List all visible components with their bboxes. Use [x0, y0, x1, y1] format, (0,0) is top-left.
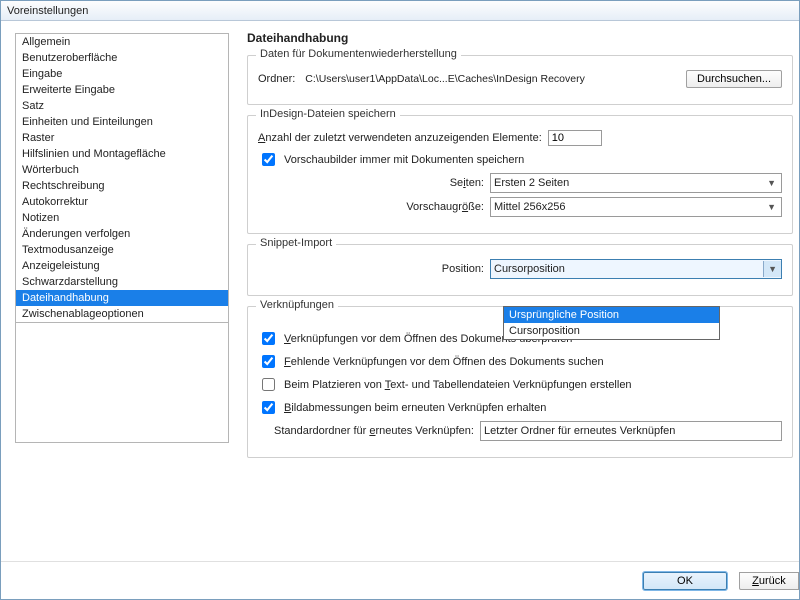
- ok-button[interactable]: OK: [643, 572, 727, 590]
- recovery-group: Daten für Dokumentenwiederherstellung Or…: [247, 55, 793, 105]
- snippet-position-combo[interactable]: Cursorposition▼: [490, 259, 782, 279]
- snippet-group: Snippet-Import Position: Cursorposition▼: [247, 244, 793, 296]
- saving-legend: InDesign-Dateien speichern: [256, 108, 400, 120]
- preserve-dims-label: Bildabmessungen beim erneuten Verknüpfen…: [284, 402, 546, 414]
- window-title: Voreinstellungen: [7, 5, 88, 17]
- category-item[interactable]: Änderungen verfolgen: [16, 226, 228, 242]
- create-links-label: Beim Platzieren von Text- und Tabellenda…: [284, 379, 632, 391]
- dropdown-option[interactable]: Cursorposition: [504, 323, 719, 339]
- category-item[interactable]: Textmodusanzeige: [16, 242, 228, 258]
- recovery-legend: Daten für Dokumentenwiederherstellung: [256, 48, 461, 60]
- saving-group: InDesign-Dateien speichern Anzahl der zu…: [247, 115, 793, 234]
- sidebar-extra-box: [15, 323, 229, 443]
- pages-label: Seiten:: [258, 177, 484, 189]
- recent-files-input[interactable]: [548, 130, 602, 146]
- category-item[interactable]: Dateihandhabung: [16, 290, 228, 306]
- snippet-legend: Snippet-Import: [256, 237, 336, 249]
- find-missing-label: Fehlende Verknüpfungen vor dem Öffnen de…: [284, 356, 604, 368]
- category-item[interactable]: Wörterbuch: [16, 162, 228, 178]
- category-item[interactable]: Rechtschreibung: [16, 178, 228, 194]
- preview-checkbox[interactable]: [262, 153, 275, 166]
- category-sidebar: AllgemeinBenutzeroberflächeEingabeErweit…: [1, 21, 237, 581]
- relink-folder-label: Standardordner für erneutes Verknüpfen:: [274, 425, 474, 437]
- category-item[interactable]: Autokorrektur: [16, 194, 228, 210]
- relink-folder-combo[interactable]: Letzter Ordner für erneutes Verknüpfen: [480, 421, 782, 441]
- category-item[interactable]: Anzeigeleistung: [16, 258, 228, 274]
- chevron-down-icon: ▼: [765, 178, 778, 188]
- category-item[interactable]: Einheiten und Einteilungen: [16, 114, 228, 130]
- category-list[interactable]: AllgemeinBenutzeroberflächeEingabeErweit…: [15, 33, 229, 323]
- category-item[interactable]: Hilfslinien und Montagefläche: [16, 146, 228, 162]
- recovery-folder-label: Ordner:: [258, 73, 295, 85]
- recovery-folder-path: C:\Users\user1\AppData\Loc...E\Caches\In…: [301, 71, 680, 87]
- snippet-position-dropdown[interactable]: Ursprüngliche PositionCursorposition: [503, 306, 720, 340]
- recent-files-label: Anzahl der zuletzt verwendeten anzuzeige…: [258, 132, 542, 144]
- find-missing-checkbox[interactable]: [262, 355, 275, 368]
- chevron-down-icon: ▼: [765, 202, 778, 212]
- category-item[interactable]: Zwischenablageoptionen: [16, 306, 228, 322]
- dialog-footer: OK Zurück: [1, 561, 799, 599]
- category-item[interactable]: Erweiterte Eingabe: [16, 82, 228, 98]
- reset-button[interactable]: Zurück: [739, 572, 799, 590]
- chevron-down-icon: ▼: [763, 261, 781, 277]
- panel-main: Dateihandhabung Daten für Dokumentenwied…: [237, 21, 799, 581]
- check-links-checkbox[interactable]: [262, 332, 275, 345]
- preview-size-label: Vorschaugröße:: [258, 201, 484, 213]
- category-item[interactable]: Raster: [16, 130, 228, 146]
- snippet-position-label: Position:: [258, 263, 484, 275]
- category-item[interactable]: Schwarzdarstellung: [16, 274, 228, 290]
- browse-button[interactable]: Durchsuchen...: [686, 70, 782, 88]
- category-item[interactable]: Satz: [16, 98, 228, 114]
- category-item[interactable]: Notizen: [16, 210, 228, 226]
- content-area: AllgemeinBenutzeroberflächeEingabeErweit…: [1, 21, 799, 581]
- category-item[interactable]: Allgemein: [16, 34, 228, 50]
- pages-combo[interactable]: Ersten 2 Seiten▼: [490, 173, 782, 193]
- preferences-window: Voreinstellungen AllgemeinBenutzeroberfl…: [0, 0, 800, 600]
- category-item[interactable]: Eingabe: [16, 66, 228, 82]
- create-links-checkbox[interactable]: [262, 378, 275, 391]
- panel-title: Dateihandhabung: [247, 31, 793, 45]
- category-item[interactable]: Benutzeroberfläche: [16, 50, 228, 66]
- preserve-dims-checkbox[interactable]: [262, 401, 275, 414]
- preview-checkbox-label: Vorschaubilder immer mit Dokumenten spei…: [284, 154, 524, 166]
- links-legend: Verknüpfungen: [256, 299, 338, 311]
- preview-size-combo[interactable]: Mittel 256x256▼: [490, 197, 782, 217]
- window-titlebar[interactable]: Voreinstellungen: [1, 1, 799, 21]
- dropdown-option[interactable]: Ursprüngliche Position: [504, 307, 719, 323]
